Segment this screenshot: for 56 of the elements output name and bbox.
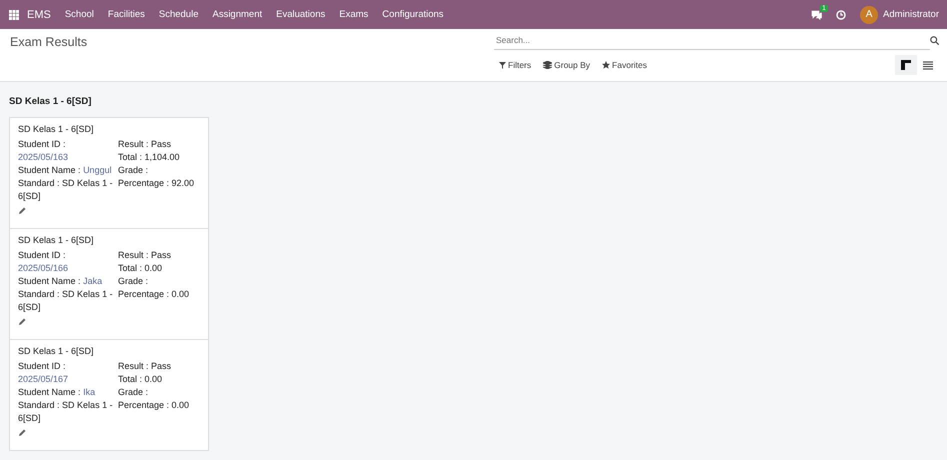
pencil-icon[interactable] xyxy=(18,318,26,326)
group-title: SD Kelas 1 - 6[SD] xyxy=(9,96,92,107)
field-text: Percentage : 0.00 xyxy=(118,288,190,301)
field-text: Student ID : 2025/05/166 xyxy=(18,249,70,275)
filter-toolbar-button[interactable]: Favorites xyxy=(602,60,648,70)
user-name[interactable]: Administrator xyxy=(883,9,939,20)
field-text: Student Name : Unggul xyxy=(18,164,113,177)
user-avatar[interactable]: A xyxy=(860,6,878,24)
filter-toolbar-button[interactable]: Group By xyxy=(543,60,590,70)
kanban-view-button[interactable] xyxy=(895,55,917,75)
field-text: Grade : xyxy=(118,386,150,399)
apps-menu-icon[interactable] xyxy=(9,10,19,20)
result-card[interactable]: SD Kelas 1 - 6[SD] Student ID : 2025/05/167 Student Name : Ika Standard : SD Kelas 1 - 6[SD] Result : Pass Total : 0.00 Grade : Percentage : 0.00 xyxy=(9,339,209,451)
field-text: Standard : SD Kelas 1 - 6[SD] xyxy=(18,177,114,203)
field-text: Percentage : 92.00 xyxy=(118,177,194,190)
menu-item[interactable]: Facilities xyxy=(108,9,145,20)
field-text: Grade : xyxy=(118,275,150,288)
filter-toolbar-button[interactable]: Filters xyxy=(499,60,532,70)
field-text: Result : Pass xyxy=(118,249,172,262)
list-icon xyxy=(923,60,933,70)
field-text: Student ID : 2025/05/167 xyxy=(18,360,70,386)
field-text: Percentage : 0.00 xyxy=(118,399,190,412)
result-card[interactable]: SD Kelas 1 - 6[SD] Student ID : 2025/05/166 Student Name : Jaka Standard : SD Kelas 1 - 6[SD] Result : Pass Total : 0.00 Grade : Percentage : 0.00 xyxy=(9,228,209,340)
field-text: Total : 1,104.00 xyxy=(118,151,181,164)
menu-item[interactable]: Configurations xyxy=(382,9,444,20)
search-field[interactable]: Search... xyxy=(494,30,930,50)
chat-icon[interactable] xyxy=(811,10,822,20)
field-text: Result : Pass xyxy=(118,360,172,373)
pencil-icon[interactable] xyxy=(18,207,26,215)
field-text: Standard : SD Kelas 1 - 6[SD] xyxy=(18,399,114,425)
layers-icon xyxy=(543,61,552,69)
pencil-icon[interactable] xyxy=(18,429,26,437)
menu-item[interactable]: Schedule xyxy=(158,9,198,20)
field-text: Student Name : Jaka xyxy=(18,275,104,288)
kanban-icon xyxy=(901,60,911,70)
card-title: SD Kelas 1 - 6[SD] xyxy=(18,124,95,134)
field-text: Student Name : Ika xyxy=(18,386,96,399)
star-icon xyxy=(602,61,610,69)
field-text: Total : 0.00 xyxy=(118,262,164,275)
field-text: Result : Pass xyxy=(118,138,172,151)
page-title: Exam Results xyxy=(10,35,88,49)
search-icon[interactable] xyxy=(930,36,939,44)
filter-icon xyxy=(499,62,506,68)
field-text: Grade : xyxy=(118,164,150,177)
menu-item[interactable]: Exams xyxy=(339,9,368,20)
app-name[interactable]: EMS xyxy=(27,8,51,20)
field-text: Total : 0.00 xyxy=(118,373,164,386)
field-text: Student ID : 2025/05/163 xyxy=(18,138,70,164)
card-title: SD Kelas 1 - 6[SD] xyxy=(18,346,95,356)
menu-item[interactable]: School xyxy=(64,9,94,20)
field-text: Standard : SD Kelas 1 - 6[SD] xyxy=(18,288,114,314)
menu-item[interactable]: Evaluations xyxy=(276,9,326,20)
card-title: SD Kelas 1 - 6[SD] xyxy=(18,235,95,245)
result-card[interactable]: SD Kelas 1 - 6[SD] Student ID : 2025/05/163 Student Name : Unggul Standard : SD Kelas 1 - 6[SD] Result : Pass Total : 1,104.00 Grade : Percentage : 92.00 xyxy=(9,117,209,229)
menu-item[interactable]: Assignment xyxy=(212,9,262,20)
clock-icon[interactable] xyxy=(836,10,846,20)
